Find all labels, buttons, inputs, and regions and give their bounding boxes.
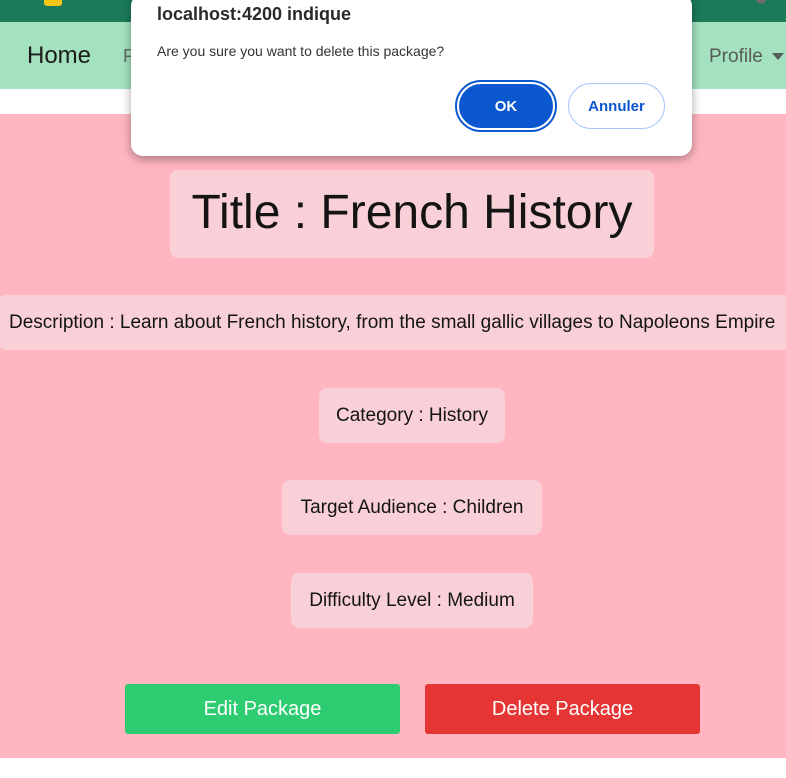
package-detail-page: Title : French History Description : Lea… bbox=[0, 114, 786, 758]
bookmark-folder-icon[interactable] bbox=[44, 0, 62, 6]
package-description: Description : Learn about French history… bbox=[0, 295, 786, 350]
dialog-ok-button[interactable]: OK bbox=[455, 80, 557, 132]
package-difficulty: Difficulty Level : Medium bbox=[291, 573, 533, 628]
delete-package-button[interactable]: Delete Package bbox=[425, 684, 700, 734]
nav-home-link[interactable]: Home bbox=[27, 42, 91, 70]
page-bottom-strip bbox=[0, 758, 786, 778]
nav-profile-dropdown[interactable]: Profile bbox=[709, 46, 763, 68]
dialog-cancel-button[interactable]: Annuler bbox=[568, 83, 665, 129]
dialog-title: localhost:4200 indique bbox=[157, 4, 352, 24]
package-target-audience: Target Audience : Children bbox=[282, 480, 542, 535]
package-category: Category : History bbox=[319, 388, 505, 443]
edit-package-button[interactable]: Edit Package bbox=[125, 684, 400, 734]
browser-profile-icon[interactable] bbox=[756, 0, 766, 4]
dialog-message: Are you sure you want to delete this pac… bbox=[157, 43, 445, 59]
confirm-dialog: localhost:4200 indique Are you sure you … bbox=[131, 0, 692, 156]
package-title: Title : French History bbox=[170, 170, 654, 258]
caret-down-icon[interactable] bbox=[772, 53, 784, 60]
